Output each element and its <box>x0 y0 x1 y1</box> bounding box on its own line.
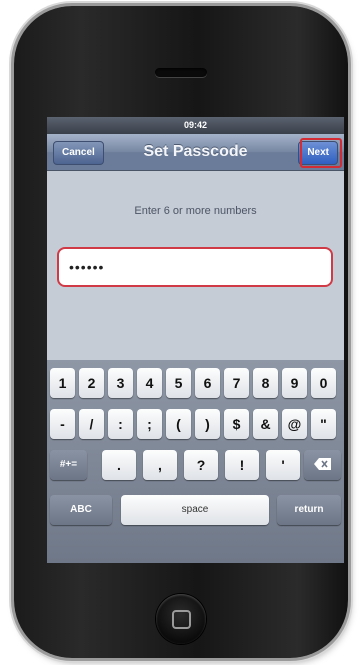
key-question[interactable]: ? <box>184 450 218 480</box>
key-quote[interactable]: " <box>311 409 336 439</box>
next-button-highlight <box>300 138 342 168</box>
home-square-icon <box>172 610 191 629</box>
key-8[interactable]: 8 <box>253 368 278 398</box>
numeric-keyboard: 1 2 3 4 5 6 7 8 9 0 - / : ; ( ) $ & @ " … <box>47 360 344 563</box>
key-slash[interactable]: / <box>79 409 104 439</box>
key-colon[interactable]: : <box>108 409 133 439</box>
symbols-shift-key[interactable]: #+= <box>50 450 87 480</box>
backspace-icon <box>313 458 331 471</box>
space-key[interactable]: space <box>121 495 269 525</box>
key-3[interactable]: 3 <box>108 368 133 398</box>
key-1[interactable]: 1 <box>50 368 75 398</box>
delete-key[interactable] <box>304 450 341 480</box>
return-key[interactable]: return <box>277 495 341 525</box>
key-4[interactable]: 4 <box>137 368 162 398</box>
key-at[interactable]: @ <box>282 409 307 439</box>
key-0[interactable]: 0 <box>311 368 336 398</box>
key-7[interactable]: 7 <box>224 368 249 398</box>
abc-key[interactable]: ABC <box>50 495 112 525</box>
earpiece-speaker <box>155 68 207 77</box>
key-hyphen[interactable]: - <box>50 409 75 439</box>
passcode-input[interactable]: •••••• <box>57 247 333 287</box>
key-2[interactable]: 2 <box>79 368 104 398</box>
key-close-paren[interactable]: ) <box>195 409 220 439</box>
passcode-instructions: Enter 6 or more numbers <box>134 205 257 217</box>
key-6[interactable]: 6 <box>195 368 220 398</box>
status-bar: 09:42 <box>47 117 344 134</box>
screen: 09:42 Cancel Set Passcode Next Enter 6 o… <box>47 117 344 563</box>
key-dollar[interactable]: $ <box>224 409 249 439</box>
key-period[interactable]: . <box>102 450 136 480</box>
key-open-paren[interactable]: ( <box>166 409 191 439</box>
key-exclamation[interactable]: ! <box>225 450 259 480</box>
home-button[interactable] <box>156 594 206 644</box>
passcode-dots: •••••• <box>69 259 105 275</box>
key-5[interactable]: 5 <box>166 368 191 398</box>
key-9[interactable]: 9 <box>282 368 307 398</box>
status-time: 09:42 <box>183 120 208 130</box>
key-comma[interactable]: , <box>143 450 177 480</box>
key-ampersand[interactable]: & <box>253 409 278 439</box>
key-apostrophe[interactable]: ' <box>266 450 300 480</box>
key-semicolon[interactable]: ; <box>137 409 162 439</box>
